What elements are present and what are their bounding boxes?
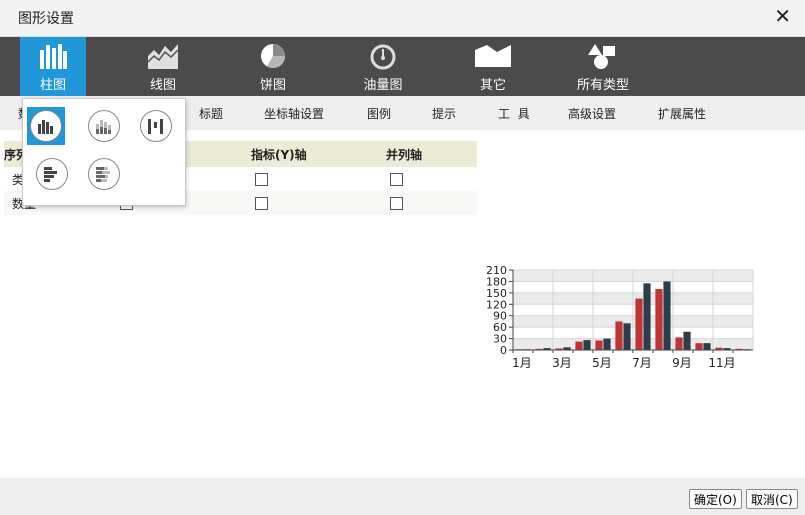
subtype-clustered-column[interactable] bbox=[27, 107, 65, 145]
subtype-stacked-column[interactable] bbox=[85, 107, 123, 145]
chart-type-line-chart[interactable]: 线图 bbox=[130, 37, 196, 96]
chart-type-bar-chart[interactable]: 柱图 bbox=[20, 37, 86, 96]
parallel-axis-checkbox[interactable] bbox=[390, 173, 403, 186]
bar bbox=[595, 340, 603, 350]
y-tick-label: 0 bbox=[500, 344, 507, 357]
tab-legend[interactable]: 图例 bbox=[367, 105, 391, 122]
chart-type-other[interactable]: 其它 bbox=[460, 37, 526, 96]
bar bbox=[623, 323, 631, 350]
close-icon[interactable]: ✕ bbox=[774, 4, 791, 28]
y-tick-label: 60 bbox=[493, 321, 507, 334]
stacked-bar-icon bbox=[96, 167, 110, 182]
chart-type-label: 其它 bbox=[479, 78, 506, 93]
dialog-footer: 确定(O) 取消(C) bbox=[0, 478, 805, 515]
ok-button[interactable]: 确定(O) bbox=[689, 489, 742, 509]
bar bbox=[663, 281, 671, 350]
subtype-clustered-bar[interactable] bbox=[33, 155, 71, 193]
x-tick-label: 7月 bbox=[632, 356, 652, 370]
clustered-column-icon bbox=[38, 120, 53, 134]
table-header-parallel-axis: 并列轴 bbox=[386, 141, 477, 167]
bar bbox=[643, 283, 651, 350]
title-bar: 图形设置 ✕ bbox=[0, 0, 805, 37]
bar-chart-preview: 0306090120150180210 1月 3月 5月 7月 9月 11月 bbox=[486, 264, 754, 370]
tab-tools[interactable]: 工 具 bbox=[498, 105, 530, 122]
shapes-icon bbox=[588, 44, 615, 69]
tab-axis-settings[interactable]: 坐标轴设置 bbox=[264, 105, 324, 122]
chart-subtype-popup bbox=[22, 98, 186, 206]
x-tick-label: 5月 bbox=[592, 356, 612, 370]
window-title: 图形设置 bbox=[18, 11, 74, 27]
tab-advanced[interactable]: 高级设置 bbox=[568, 105, 616, 122]
bar-chart-icon bbox=[40, 44, 67, 69]
bar bbox=[675, 337, 683, 350]
bar bbox=[575, 341, 583, 350]
y-axis-checkbox[interactable] bbox=[255, 197, 268, 210]
y-tick-label: 30 bbox=[493, 333, 507, 346]
tab-extended[interactable]: 扩展属性 bbox=[658, 105, 706, 122]
chart-type-pie-chart[interactable]: 饼图 bbox=[240, 37, 306, 96]
chart-type-all[interactable]: 所有类型 bbox=[570, 37, 636, 96]
chart-type-label: 所有类型 bbox=[576, 78, 629, 93]
bar bbox=[703, 343, 711, 350]
pie-chart-icon bbox=[261, 44, 285, 69]
area-chart-icon bbox=[147, 44, 179, 69]
chart-type-label: 饼图 bbox=[259, 78, 286, 93]
gauge-icon bbox=[370, 44, 396, 70]
clustered-bar-icon bbox=[44, 167, 57, 182]
bar bbox=[583, 340, 591, 350]
x-tick-label: 3月 bbox=[552, 356, 572, 370]
waterfall-column-icon bbox=[148, 119, 163, 134]
x-tick-label: 9月 bbox=[672, 356, 692, 370]
bar bbox=[683, 331, 691, 350]
other-chart-icon bbox=[475, 45, 511, 67]
chart-type-label: 柱图 bbox=[39, 78, 66, 93]
y-axis-checkbox[interactable] bbox=[255, 173, 268, 186]
chart-preview: 0 30 60 90 120 150 180 210 1月 3月 5月 7月 9月 11月 bbox=[480, 262, 760, 374]
bar bbox=[655, 289, 663, 350]
y-tick-label: 210 bbox=[486, 264, 507, 277]
tab-tooltip[interactable]: 提示 bbox=[432, 105, 456, 122]
table-header-y-axis: 指标(Y)轴 bbox=[251, 141, 386, 167]
y-tick-label: 120 bbox=[486, 298, 507, 311]
chart-type-gauge[interactable]: 油量图 bbox=[350, 37, 416, 96]
bar bbox=[603, 338, 611, 350]
x-tick-label: 11月 bbox=[708, 356, 735, 370]
tab-title[interactable]: 标题 bbox=[199, 105, 223, 122]
stacked-column-icon bbox=[96, 120, 111, 134]
chart-type-label: 油量图 bbox=[363, 78, 403, 93]
y-tick-label: 180 bbox=[486, 275, 507, 288]
parallel-axis-checkbox[interactable] bbox=[390, 197, 403, 210]
y-tick-label: 90 bbox=[493, 310, 507, 323]
subtype-stacked-bar[interactable] bbox=[85, 155, 123, 193]
bar bbox=[615, 321, 623, 350]
chart-type-label: 线图 bbox=[149, 78, 176, 93]
x-tick-label: 1月 bbox=[512, 356, 532, 370]
bar bbox=[635, 298, 643, 350]
y-tick-label: 150 bbox=[486, 287, 507, 300]
bar bbox=[695, 343, 703, 350]
subtype-waterfall-column[interactable] bbox=[137, 107, 175, 145]
chart-type-bar: 柱图 线图 饼图 油量图 其它 所有类型 bbox=[0, 37, 805, 96]
cancel-button[interactable]: 取消(C) bbox=[746, 489, 798, 509]
